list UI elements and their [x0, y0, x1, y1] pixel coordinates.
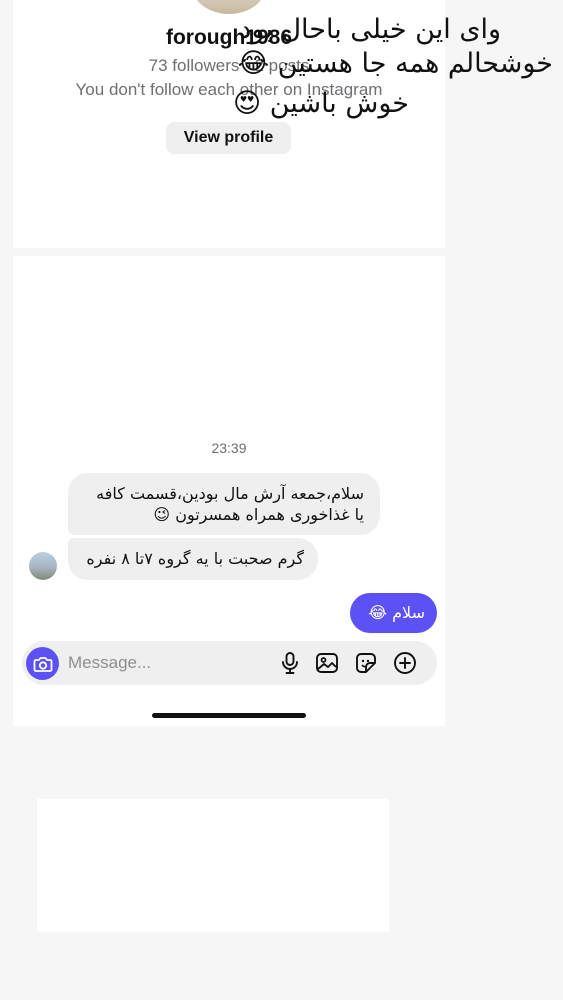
message-input[interactable]	[68, 652, 258, 674]
caption-line: خوشحالم همه جا هستین 😂	[237, 48, 553, 79]
home-indicator	[152, 713, 306, 718]
voice-message-button[interactable]	[277, 650, 303, 676]
microphone-icon	[282, 652, 298, 674]
incoming-message[interactable]: گرم صحبت با یه گروه ۷تا ۸ نفره	[68, 538, 318, 580]
camera-icon	[33, 656, 52, 672]
caption-box	[37, 799, 389, 932]
sticker-button[interactable]	[353, 650, 379, 676]
caption-line: خوش باشین 😍	[233, 88, 409, 119]
sender-avatar[interactable]	[29, 552, 57, 580]
message-composer	[22, 641, 437, 685]
add-button[interactable]	[392, 650, 418, 676]
camera-button[interactable]	[26, 647, 59, 680]
message-timestamp: 23:39	[211, 440, 247, 456]
gallery-button[interactable]	[314, 650, 340, 676]
add-icon	[394, 652, 416, 674]
sticker-icon	[356, 653, 376, 673]
gallery-icon	[316, 653, 338, 673]
view-profile-button[interactable]: View profile	[166, 122, 291, 154]
outgoing-message[interactable]: سلام 😂	[350, 593, 437, 633]
incoming-message[interactable]: سلام،جمعه آرش مال بودین،قسمت کافه یا غذا…	[68, 473, 380, 535]
caption-line: وای این خیلی باحال بود	[239, 14, 501, 45]
